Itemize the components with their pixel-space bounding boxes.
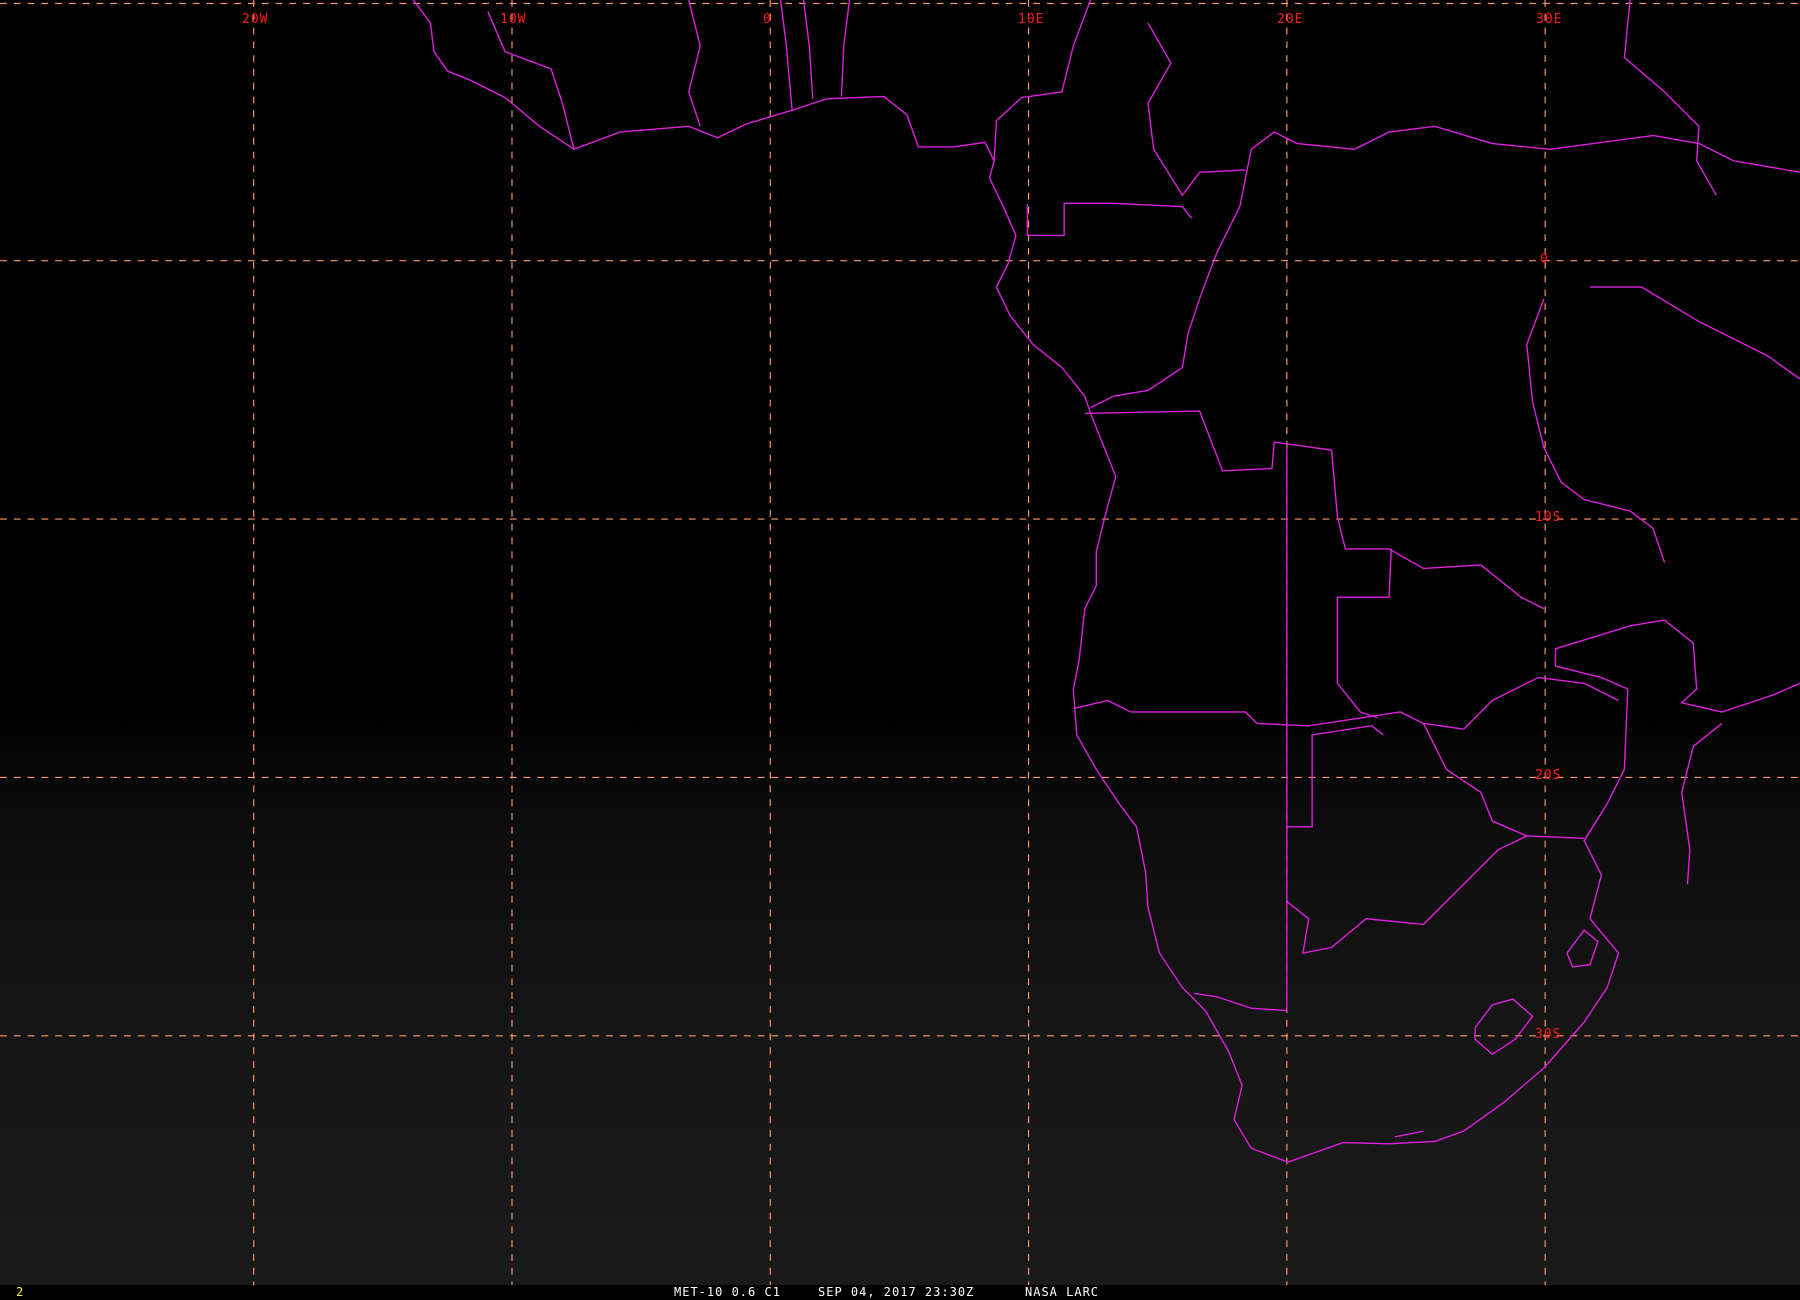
lat-label-30s: 30S xyxy=(1535,1027,1562,1042)
border-18 xyxy=(802,0,814,99)
border-4 xyxy=(1286,725,1384,828)
lon-label-30e: 30E xyxy=(1536,12,1563,27)
coastline-west-africa xyxy=(412,0,1800,1163)
border-9 xyxy=(1193,447,1288,1012)
graticule xyxy=(0,0,1800,1285)
border-11 xyxy=(1250,125,1800,173)
border-12 xyxy=(1147,22,1246,197)
border-19 xyxy=(840,0,851,97)
border-2 xyxy=(1084,410,1545,610)
coastline-madagascar-channel xyxy=(1681,722,1723,885)
lon-label-10w: 10W xyxy=(500,12,527,27)
lesotho xyxy=(1474,998,1534,1056)
border-13 xyxy=(1623,0,1717,196)
satellite-image-viewer: 20W 10W 0 10E 20E 30E 0 10S 20S 30S 2 ME… xyxy=(0,0,1800,1300)
satellite-channel: MET-10 0.6 C1 xyxy=(674,1285,781,1299)
image-source: NASA LARC xyxy=(1025,1285,1100,1299)
border-17 xyxy=(779,0,793,111)
image-datetime: SEP 04, 2017 23:30Z xyxy=(818,1285,975,1299)
lon-label-20w: 20W xyxy=(242,12,269,27)
coastlines-and-borders xyxy=(412,0,1800,1163)
status-bar: 2 MET-10 0.6 C1 SEP 04, 2017 23:30Z NASA… xyxy=(0,1285,1800,1300)
lon-label-20e: 20E xyxy=(1277,12,1304,27)
lat-label-10s: 10S xyxy=(1535,510,1562,525)
lat-label-0: 0 xyxy=(1540,252,1549,267)
border-16 xyxy=(688,0,701,127)
frame-number: 2 xyxy=(16,1285,25,1299)
border-1 xyxy=(1026,202,1193,237)
lat-label-20s: 20S xyxy=(1535,768,1562,783)
border-14 xyxy=(1394,1130,1424,1138)
border-3 xyxy=(1073,676,1619,730)
border-15 xyxy=(487,11,575,150)
border-5 xyxy=(1337,548,1393,598)
lon-label-10e: 10E xyxy=(1018,12,1045,27)
coastline-east xyxy=(1589,286,1800,380)
map-canvas xyxy=(0,0,1800,1285)
lon-label-0: 0 xyxy=(763,12,772,27)
border-10 xyxy=(1090,149,1252,409)
border-6 xyxy=(1336,597,1378,719)
border-8 xyxy=(1286,835,1528,954)
swaziland xyxy=(1566,929,1599,968)
